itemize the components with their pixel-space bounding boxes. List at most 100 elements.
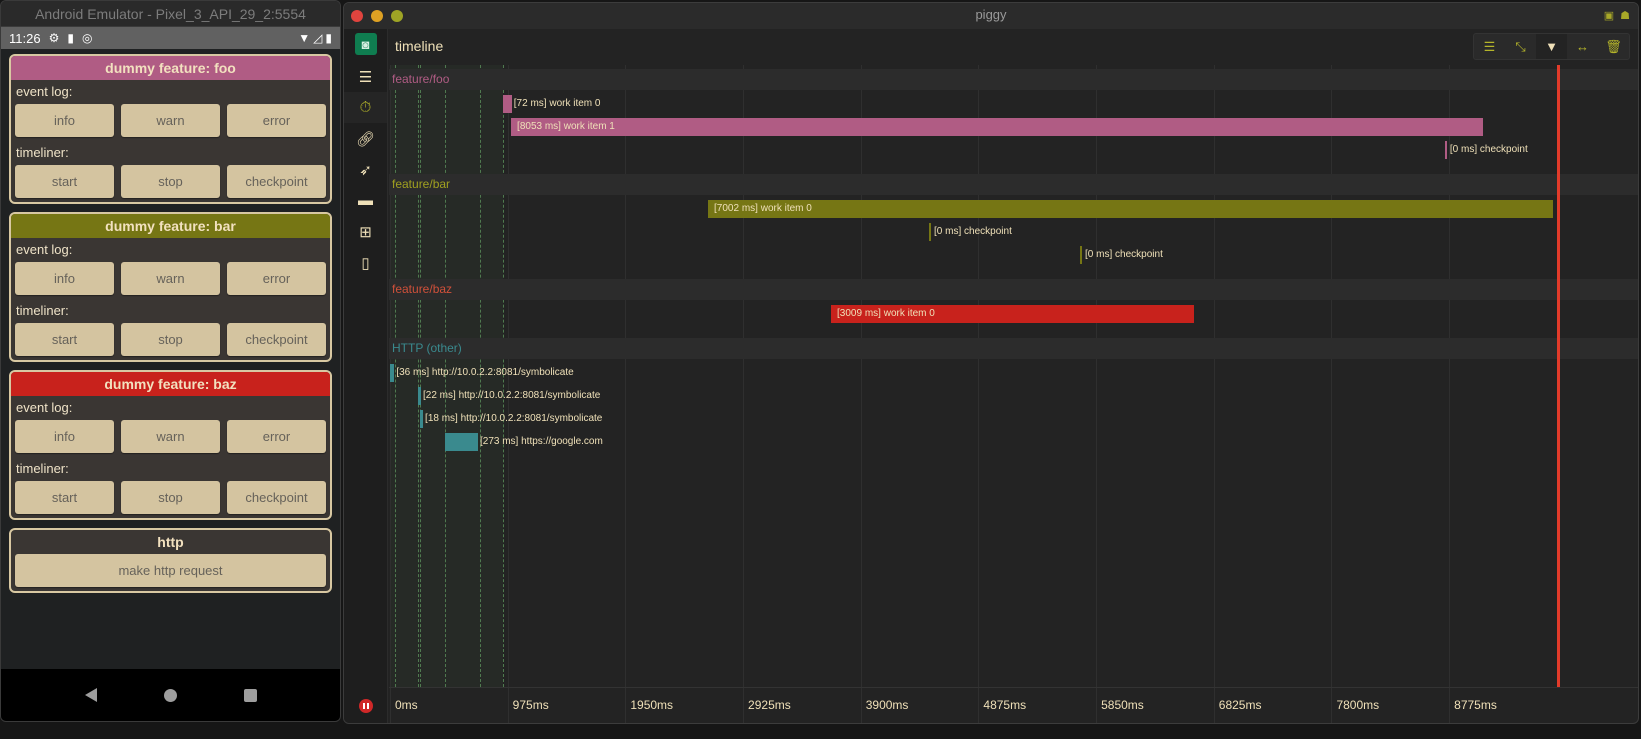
sidebar-item-bed[interactable]: ▬ — [344, 185, 387, 216]
gridline — [743, 688, 745, 723]
bar-label: [0 ms] checkpoint — [934, 226, 1012, 237]
stop-button[interactable]: stop — [121, 165, 220, 198]
android-icon[interactable]: ☗ — [1620, 9, 1630, 22]
back-icon[interactable] — [84, 688, 97, 702]
timeliner-label: timeliner: — [16, 303, 69, 318]
gridline — [1096, 688, 1098, 723]
compress-button[interactable]: ⤡ — [1505, 34, 1536, 59]
bar-label: [0 ms] checkpoint — [1085, 249, 1163, 260]
arrows-h-button[interactable]: ↔ — [1567, 34, 1598, 59]
info-button[interactable]: info — [15, 262, 114, 295]
tick-label: 3900ms — [865, 698, 909, 712]
event-log-label: event log: — [16, 242, 73, 257]
timeline-chart[interactable]: feature/foo [72 ms] work item 0 [8053 ms] … — [389, 65, 1638, 723]
app-logo-icon: ◙ — [354, 33, 377, 55]
warn-button[interactable]: warn — [121, 420, 220, 453]
make-http-request-button[interactable]: make http request — [15, 554, 326, 587]
home-icon[interactable] — [163, 688, 177, 702]
gridline — [1096, 65, 1098, 687]
gridline — [1331, 65, 1333, 687]
filter-button[interactable]: ▼ — [1536, 34, 1567, 59]
error-button[interactable]: error — [227, 420, 326, 453]
group-label: feature/foo — [392, 72, 450, 86]
gridline — [1213, 65, 1215, 687]
info-button[interactable]: info — [15, 104, 114, 137]
sidebar-item-list[interactable]: ☰ — [344, 61, 387, 92]
pause-recording-button[interactable] — [359, 699, 373, 713]
timeline-plot[interactable]: feature/foo [72 ms] work item 0 [8053 ms] … — [389, 65, 1638, 687]
timeline-bar[interactable] — [708, 200, 1554, 218]
emulator-title: Android Emulator - Pixel_3_API_29_2:5554 — [1, 1, 340, 27]
checkpoint-mark[interactable] — [929, 223, 932, 241]
timeline-bar[interactable] — [390, 364, 395, 382]
timeline-bar[interactable] — [420, 410, 424, 428]
bar-label: [22 ms] http://10.0.2.2:8081/symbolicate — [423, 390, 601, 401]
group-header: feature/baz — [389, 279, 1638, 300]
recents-icon[interactable] — [243, 688, 257, 702]
sidebar-item-mobile[interactable]: ▯ — [344, 247, 387, 278]
stop-button[interactable]: stop — [121, 323, 220, 356]
start-button[interactable]: start — [15, 481, 114, 514]
android-emulator-window: Android Emulator - Pixel_3_API_29_2:5554… — [0, 0, 341, 722]
bar-label: [0 ms] checkpoint — [1449, 144, 1528, 155]
minimize-window-button[interactable] — [371, 10, 383, 22]
start-button[interactable]: start — [15, 165, 114, 198]
trash-button[interactable]: 🗑︎ — [1598, 34, 1629, 59]
error-button[interactable]: error — [227, 262, 326, 295]
checkpoint-button[interactable]: checkpoint — [227, 165, 326, 198]
warn-button[interactable]: warn — [121, 104, 220, 137]
feature-card-title: dummy feature: bar — [11, 214, 330, 238]
info-button[interactable]: info — [15, 420, 114, 453]
list-icon: ☰ — [358, 68, 373, 86]
feature-card-bar: dummy feature: bar event log: info warn er… — [9, 212, 332, 362]
js-icon[interactable]: ▣ — [1604, 9, 1614, 22]
checkpoint-button[interactable]: checkpoint — [227, 481, 326, 514]
timeline-bar[interactable] — [418, 387, 421, 405]
event-log-label: event log: — [16, 400, 73, 415]
checkpoint-mark[interactable] — [1080, 246, 1083, 264]
feature-card-title: dummy feature: foo — [11, 56, 330, 80]
sidebar-item-link[interactable]: 🔗︎ — [344, 123, 387, 154]
sidebar-item-rocket[interactable]: ➶ — [344, 154, 387, 185]
page-title: timeline — [395, 38, 444, 54]
zoom-window-button[interactable] — [391, 10, 403, 22]
timeline-bar[interactable] — [503, 95, 512, 113]
http-card: http make http request — [9, 528, 332, 593]
feature-card-title: dummy feature: baz — [11, 372, 330, 396]
gridline — [860, 65, 862, 687]
group-label: feature/baz — [392, 282, 453, 296]
bed-icon: ▬ — [358, 192, 373, 209]
gridline — [860, 688, 862, 723]
group-header: feature/bar — [389, 174, 1638, 195]
sd-card-icon: ▮ — [67, 31, 74, 45]
timeline-bar[interactable] — [511, 118, 1484, 136]
sidebar-item-stopwatch[interactable]: ⏱ — [344, 92, 387, 123]
gridline — [625, 688, 627, 723]
tick-label: 1950ms — [630, 698, 674, 712]
mobile-icon: ▯ — [361, 254, 370, 272]
timeline-toolbar: ☰ ⤡ ▼ ↔ 🗑︎ — [1473, 33, 1630, 60]
android-nav-bar — [1, 669, 340, 721]
tick-label: 2925ms — [748, 698, 791, 712]
bar-label: [18 ms] http://10.0.2.2:8081/symbolicate — [425, 413, 603, 424]
warn-button[interactable]: warn — [121, 262, 220, 295]
bar-label: [3009 ms] work item 0 — [837, 308, 935, 319]
feature-card-foo: dummy feature: foo event log: info warn er… — [9, 54, 332, 204]
feature-card-baz: dummy feature: baz event log: info warn er… — [9, 370, 332, 520]
close-window-button[interactable] — [351, 10, 363, 22]
bar-label: [36 ms] http://10.0.2.2:8081/symbolicate — [396, 367, 574, 378]
bar-label: [273 ms] https://google.com — [479, 436, 603, 447]
bar-label: [8053 ms] work item 1 — [517, 121, 615, 132]
stop-button[interactable]: stop — [121, 481, 220, 514]
group-header: HTTP (other) — [389, 338, 1638, 359]
error-button[interactable]: error — [227, 104, 326, 137]
checkpoint-button[interactable]: checkpoint — [227, 323, 326, 356]
app-content: dummy feature: foo event log: info warn er… — [1, 50, 340, 669]
start-button[interactable]: start — [15, 323, 114, 356]
sidebar-item-sitemap[interactable]: ⊞ — [344, 216, 387, 247]
checkpoint-mark[interactable] — [1444, 141, 1447, 159]
window-title: piggy — [975, 7, 1007, 22]
align-center-button[interactable]: ☰ — [1474, 34, 1505, 59]
timeline-bar[interactable] — [445, 433, 478, 451]
gridline — [1331, 688, 1333, 723]
